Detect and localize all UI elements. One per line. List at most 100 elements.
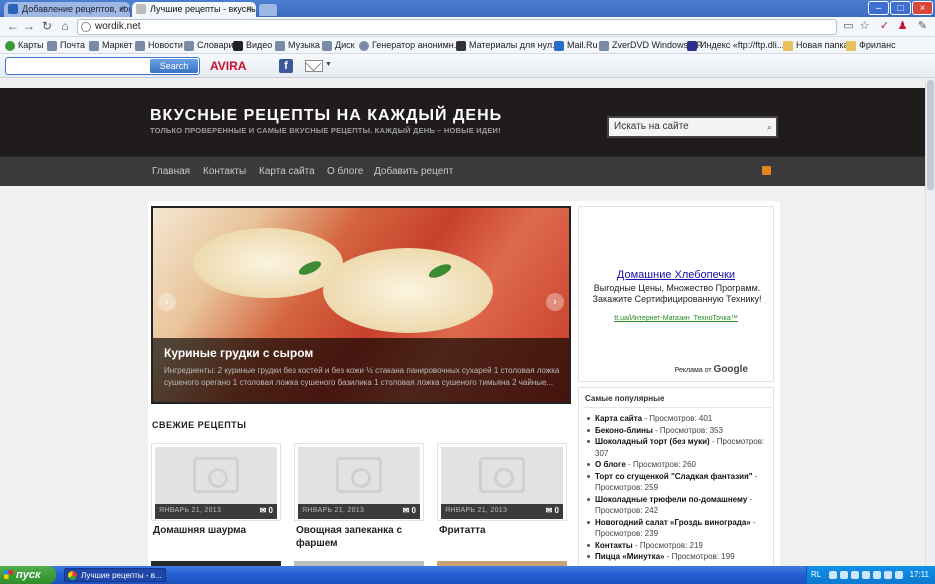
- tray-icon[interactable]: [884, 571, 892, 579]
- recipe-thumbnail[interactable]: ЯНВАРЬ 21, 2013 ✉ 0: [298, 447, 420, 519]
- recipe-title[interactable]: Фритатта: [439, 524, 569, 537]
- maximize-button[interactable]: □: [890, 1, 911, 15]
- popular-link[interactable]: Контакты: [595, 541, 633, 550]
- bookmark-item[interactable]: Словари: [184, 39, 234, 52]
- bookmark-item[interactable]: Видео: [233, 39, 272, 52]
- card-meta: ЯНВАРЬ 21, 2013 ✉ 0: [441, 504, 563, 519]
- popular-link[interactable]: Шоколадный торт (без муки): [595, 437, 710, 446]
- tray-icon[interactable]: [851, 571, 859, 579]
- wrench-icon[interactable]: ✎: [916, 20, 929, 33]
- comment-count[interactable]: ✉ 0: [403, 506, 416, 515]
- facebook-icon[interactable]: f: [279, 59, 293, 73]
- popular-link[interactable]: Пицца «Минутка»: [595, 552, 665, 561]
- close-icon[interactable]: ×: [247, 3, 252, 13]
- taskbar-chrome-window[interactable]: Лучшие рецепты - в...: [64, 568, 166, 582]
- minimize-button[interactable]: –: [868, 1, 889, 15]
- bookmark-item[interactable]: Материалы для нул...: [456, 39, 560, 52]
- site-search-input[interactable]: Искать на сайте ⌕: [607, 116, 778, 138]
- tray-icon[interactable]: [895, 571, 903, 579]
- bookmark-item[interactable]: Музыка: [275, 39, 320, 52]
- search-icon[interactable]: ⌕: [767, 118, 772, 136]
- nav-add-recipe[interactable]: Добавить рецепт: [374, 166, 453, 177]
- user-icon[interactable]: ♟: [896, 20, 909, 33]
- rss-icon[interactable]: [762, 166, 771, 175]
- avira-logo[interactable]: AVIRA: [210, 59, 246, 73]
- avira-icon[interactable]: ✓: [878, 20, 891, 33]
- tray-icon[interactable]: [840, 571, 848, 579]
- toolbar-search-button[interactable]: Search: [150, 59, 198, 73]
- site-header: ВКУСНЫЕ РЕЦЕПТЫ НА КАЖДЫЙ ДЕНЬ ТОЛЬКО ПР…: [0, 88, 925, 156]
- close-icon[interactable]: ×: [121, 3, 126, 13]
- zverdvd-icon: [599, 41, 609, 51]
- ad-title-link[interactable]: Домашние Хлебопечки: [579, 269, 773, 281]
- recipe-title[interactable]: Овощная запеканка с фаршем: [296, 524, 426, 550]
- tray-icon[interactable]: [829, 571, 837, 579]
- video-icon: [233, 41, 243, 51]
- language-indicator[interactable]: RL: [811, 570, 821, 579]
- popular-link[interactable]: Карта сайта: [595, 414, 642, 423]
- recipe-title[interactable]: Домашняя шаурма: [153, 524, 283, 537]
- featured-slider[interactable]: ‹ › Куриные грудки с сыром Ингредиенты: …: [151, 206, 571, 404]
- comment-count[interactable]: ✉ 0: [546, 506, 559, 515]
- tray-icon[interactable]: [873, 571, 881, 579]
- bookmark-item[interactable]: Mail.Ru: [554, 39, 598, 52]
- mailru-icon: [554, 41, 564, 51]
- bookmark-item[interactable]: Новая папка: [783, 39, 848, 52]
- bookmark-item[interactable]: Новости: [135, 39, 183, 52]
- nav-contacts[interactable]: Контакты: [203, 166, 246, 177]
- clock[interactable]: 17:11: [910, 570, 929, 579]
- recipe-card[interactable]: ЯНВАРЬ 21, 2013 ✉ 0: [437, 443, 567, 521]
- home-icon[interactable]: ⌂: [58, 19, 72, 33]
- forward-icon[interactable]: →: [22, 19, 36, 33]
- slider-prev-button[interactable]: ‹: [158, 293, 176, 311]
- slide-title[interactable]: Куриные грудки с сыром: [164, 346, 313, 360]
- popular-link[interactable]: Торт со сгущенкой "Сладкая фантазия": [595, 472, 753, 481]
- scrollbar-thumb[interactable]: [927, 80, 934, 190]
- bookmark-item[interactable]: Генератор анонимн...: [359, 39, 461, 52]
- slide-excerpt: Ингредиенты: 2 куриные грудки без костей…: [164, 366, 560, 387]
- tab-add-recipes[interactable]: Добавление рецептов, конт ×: [4, 2, 130, 17]
- back-icon[interactable]: ←: [6, 19, 20, 33]
- tray-icon[interactable]: [862, 571, 870, 579]
- address-bar[interactable]: wordik.net: [77, 19, 837, 35]
- bookmark-item[interactable]: Фриланс: [846, 39, 896, 52]
- list-item: Шоколадный торт (без муки) - Просмотров:…: [585, 436, 771, 459]
- new-tab-button[interactable]: [259, 4, 277, 16]
- popular-link[interactable]: Беконо-блины: [595, 426, 653, 435]
- list-item: Контакты - Просмотров: 219: [585, 540, 771, 552]
- bookmark-item[interactable]: Карты: [5, 39, 44, 52]
- recipe-card[interactable]: ЯНВАРЬ 21, 2013 ✉ 0: [294, 443, 424, 521]
- recipe-card[interactable]: ЯНВАРЬ 21, 2013 ✉ 0: [151, 443, 281, 521]
- nav-home[interactable]: Главная: [152, 166, 190, 177]
- popular-link[interactable]: Новогодний салат «Гроздь винограда»: [595, 518, 751, 527]
- site-title[interactable]: ВКУСНЫЕ РЕЦЕПТЫ НА КАЖДЫЙ ДЕНЬ: [150, 107, 502, 125]
- close-window-button[interactable]: ×: [912, 1, 933, 15]
- bookmark-item[interactable]: Маркет: [89, 39, 132, 52]
- bookmark-item[interactable]: Индекс «ftp://ftp.dli...: [687, 39, 784, 52]
- ads-by-google[interactable]: Реклама от Google: [675, 364, 748, 375]
- reload-icon[interactable]: ↻: [40, 19, 54, 33]
- nav-about[interactable]: О блоге: [327, 166, 363, 177]
- star-icon[interactable]: ☆: [858, 20, 871, 33]
- nav-sitemap[interactable]: Карта сайта: [259, 166, 315, 177]
- mail-icon: [47, 41, 57, 51]
- page-scrollbar[interactable]: [925, 78, 935, 566]
- popular-link[interactable]: О блоге: [595, 460, 626, 469]
- tab-best-recipes[interactable]: Лучшие рецепты - вкусные ×: [132, 2, 256, 17]
- recipe-thumbnail[interactable]: ЯНВАРЬ 21, 2013 ✉ 0: [155, 447, 277, 519]
- bookmark-item[interactable]: Диск: [322, 39, 355, 52]
- popular-link[interactable]: Шоколадные трюфели по-домашнему: [595, 495, 747, 504]
- recipe-thumbnail[interactable]: ЯНВАРЬ 21, 2013 ✉ 0: [441, 447, 563, 519]
- bookmark-item[interactable]: Почта: [47, 39, 85, 52]
- slider-next-button[interactable]: ›: [546, 293, 564, 311]
- page-icon[interactable]: ▭: [842, 20, 855, 33]
- browser-toolbar: ← → ↻ ⌂ wordik.net ▭ ☆ ✓ ♟ ✎: [0, 17, 935, 37]
- toolbar-search-input[interactable]: Search: [5, 57, 200, 75]
- start-button[interactable]: пуск: [0, 566, 56, 584]
- chevron-down-icon[interactable]: ▼: [325, 61, 332, 68]
- camera-placeholder-icon: [479, 457, 525, 493]
- ad-url-link[interactable]: tt.ua/Интернет-Магазин_ТехноТочка™: [579, 315, 773, 322]
- mail-icon[interactable]: [305, 60, 323, 72]
- card-meta: ЯНВАРЬ 21, 2013 ✉ 0: [155, 504, 277, 519]
- comment-count[interactable]: ✉ 0: [260, 506, 273, 515]
